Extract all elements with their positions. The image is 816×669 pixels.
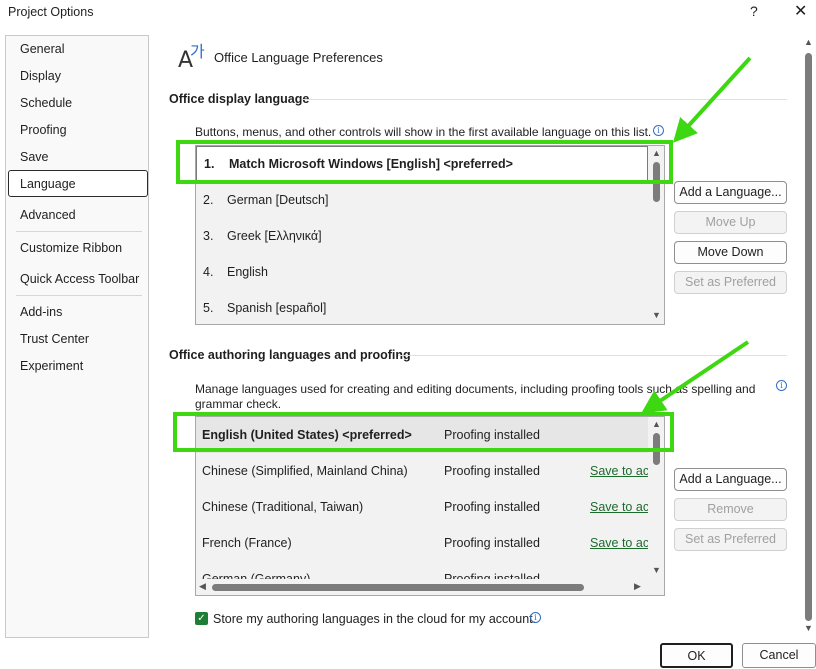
annotation-arrow (641, 340, 750, 414)
annotation-arrows (641, 56, 752, 414)
annotation-arrow (672, 56, 752, 143)
